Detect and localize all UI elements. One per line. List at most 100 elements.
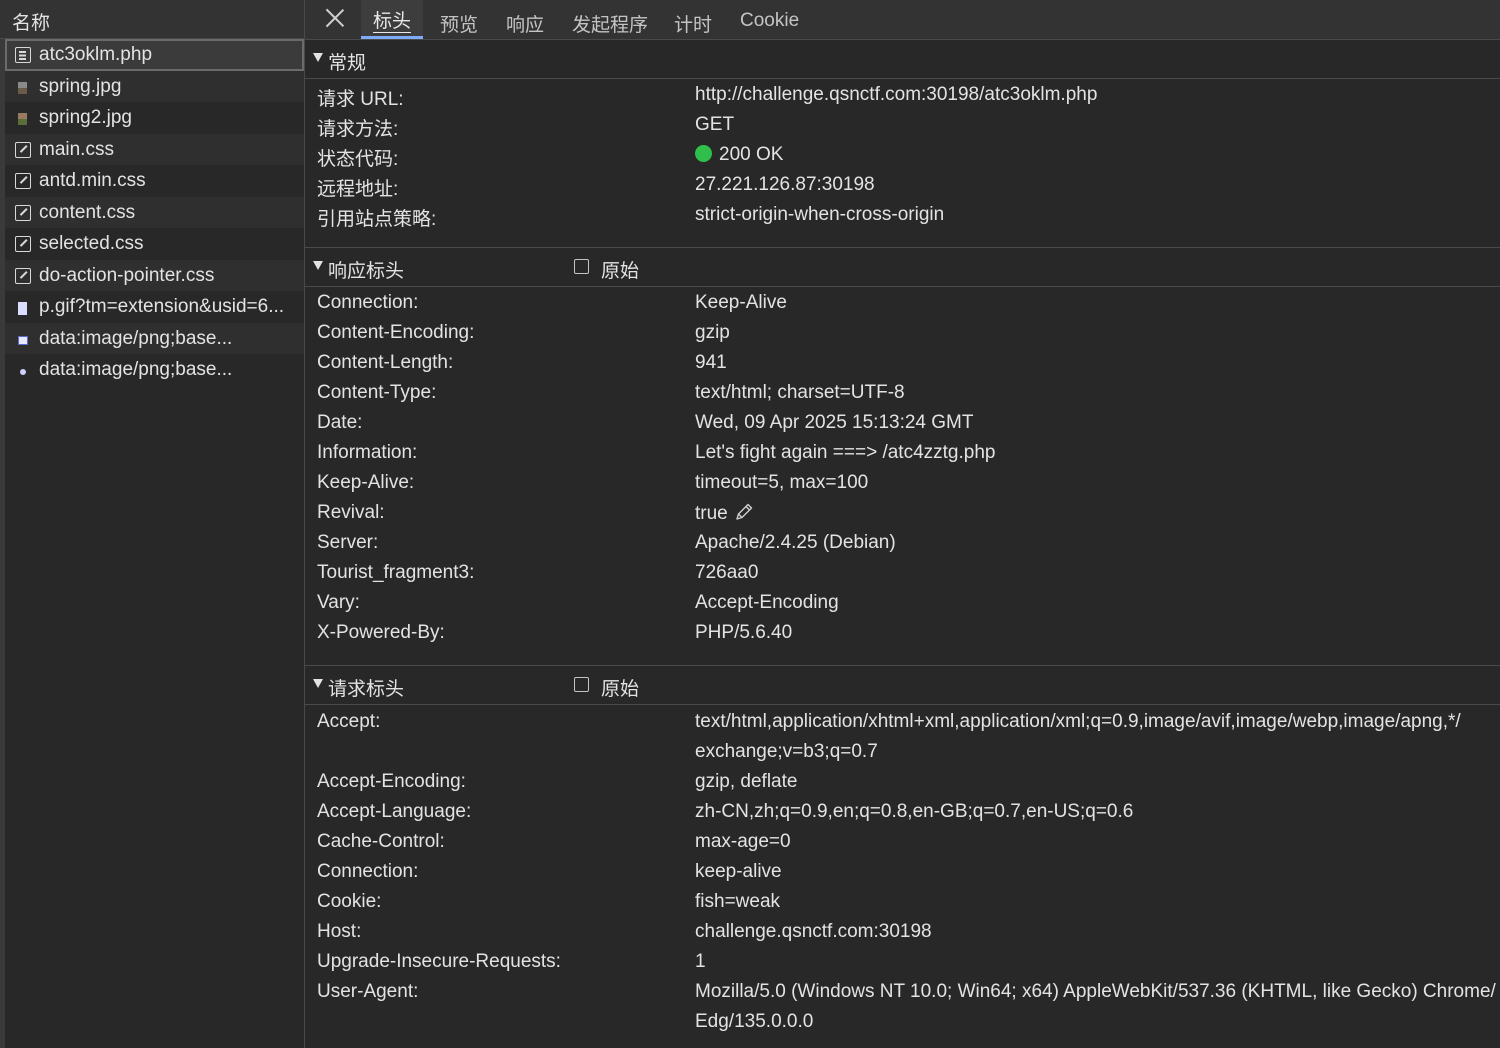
- image-icon: [20, 369, 26, 375]
- header-key: Connection:: [317, 292, 419, 313]
- request-header-rows: Accept: text/html,application/xhtml+xml,a…: [305, 708, 1500, 1038]
- header-value: 27.221.126.87:30198: [695, 174, 875, 195]
- tab-response[interactable]: 响应: [506, 10, 544, 37]
- file-name: spring2.jpg: [39, 107, 132, 128]
- header-key: Tourist_fragment3:: [317, 562, 475, 583]
- header-key: Upgrade-Insecure-Requests:: [317, 951, 561, 972]
- header-key: Server:: [317, 532, 379, 553]
- header-value: 726aa0: [695, 562, 759, 583]
- file-name: spring.jpg: [39, 75, 122, 97]
- header-row: 请求方法: GET: [305, 111, 1500, 141]
- header-value-continued: exchange;v=b3;q=0.7: [695, 741, 878, 762]
- general-section-header[interactable]: 常规: [305, 39, 1500, 79]
- edit-pencil-icon[interactable]: [734, 502, 754, 522]
- request-headers-section-header[interactable]: 请求标头 原始: [305, 665, 1500, 705]
- header-value: timeout=5, max=100: [695, 472, 869, 493]
- image-icon: [18, 113, 27, 125]
- image-icon: [18, 81, 27, 94]
- header-key: Vary:: [317, 592, 360, 613]
- name-column-header[interactable]: 名称: [0, 0, 304, 39]
- status-text: 200 OK: [719, 144, 784, 165]
- raw-checkbox[interactable]: [574, 259, 589, 274]
- header-key: Content-Encoding:: [317, 322, 475, 343]
- file-name: data:image/png;base...: [39, 359, 233, 380]
- file-item-data-png-1[interactable]: data:image/png;base...: [5, 322, 304, 354]
- header-value: challenge.qsnctf.com:30198: [695, 921, 932, 942]
- header-value: text/html,application/xhtml+xml,applicat…: [695, 711, 1461, 732]
- header-row: Server: Apache/2.4.25 (Debian): [305, 529, 1500, 559]
- request-details-panel: 标头 预览 响应 发起程序 计时 Cookie 常规 请求 URL: http:/…: [305, 0, 1500, 1048]
- file-name: antd.min.css: [39, 170, 146, 191]
- header-value: Apache/2.4.25 (Debian): [695, 532, 896, 553]
- tab-cookie[interactable]: Cookie: [740, 10, 799, 32]
- raw-checkbox[interactable]: [574, 677, 589, 692]
- header-row: Accept-Language: zh-CN,zh;q=0.9,en;q=0.8,…: [305, 798, 1500, 828]
- general-rows: 请求 URL: http://challenge.qsnctf.com:30198…: [305, 81, 1500, 231]
- header-value: Keep-Alive: [695, 292, 787, 313]
- file-name: p.gif?tm=extension&usid=6...: [39, 296, 285, 317]
- header-row: 远程地址: 27.221.126.87:30198: [305, 171, 1500, 201]
- header-value: keep-alive: [695, 861, 782, 882]
- image-icon: [18, 335, 28, 345]
- response-headers-section-header[interactable]: 响应标头 原始: [305, 247, 1500, 287]
- file-item-main-css[interactable]: main.css: [5, 133, 304, 165]
- stylesheet-icon: [15, 236, 31, 252]
- header-key: User-Agent:: [317, 981, 419, 1002]
- header-row: Connection: Keep-Alive: [305, 289, 1500, 319]
- file-item-p-gif[interactable]: p.gif?tm=extension&usid=6...: [5, 291, 304, 323]
- header-key: 远程地址:: [317, 179, 399, 200]
- header-key: Content-Length:: [317, 352, 454, 373]
- file-item-data-png-2[interactable]: data:image/png;base...: [5, 354, 304, 386]
- file-item-spring-jpg[interactable]: spring.jpg: [5, 70, 304, 102]
- header-row: X-Powered-By: PHP/5.6.40: [305, 619, 1500, 649]
- header-row: Tourist_fragment3: 726aa0: [305, 559, 1500, 589]
- header-key: Connection:: [317, 861, 419, 882]
- header-row: 引用站点策略: strict-origin-when-cross-origin: [305, 201, 1500, 231]
- header-row: Accept: text/html,application/xhtml+xml,a…: [305, 708, 1500, 768]
- tab-initiator[interactable]: 发起程序: [572, 10, 648, 37]
- header-value: PHP/5.6.40: [695, 622, 793, 643]
- tab-preview[interactable]: 预览: [440, 10, 478, 37]
- file-item-antd-min-css[interactable]: antd.min.css: [5, 165, 304, 197]
- file-name: content.css: [39, 201, 136, 223]
- details-tab-bar: 标头 预览 响应 发起程序 计时 Cookie: [305, 0, 1500, 40]
- header-key: 请求 URL:: [317, 89, 404, 110]
- header-value: Let's fight again ===> /atc4zztg.php: [695, 442, 996, 463]
- stylesheet-icon: [15, 204, 31, 221]
- header-value: true: [695, 503, 728, 524]
- header-row: Revival: true: [305, 499, 1500, 529]
- file-item-selected-css[interactable]: selected.css: [5, 228, 304, 260]
- status-ok-icon: [695, 145, 712, 162]
- file-item-do-action-pointer-css[interactable]: do-action-pointer.css: [5, 259, 304, 291]
- file-item-content-css[interactable]: content.css: [5, 196, 304, 228]
- header-value: text/html; charset=UTF-8: [695, 382, 905, 403]
- header-key: Date:: [317, 412, 363, 433]
- tab-headers[interactable]: 标头: [361, 0, 424, 39]
- header-key: Keep-Alive:: [317, 472, 415, 493]
- file-item-atc3oklm-php[interactable]: atc3oklm.php: [5, 39, 304, 71]
- header-row: Vary: Accept-Encoding: [305, 589, 1500, 619]
- file-name: do-action-pointer.css: [39, 264, 215, 286]
- stylesheet-icon: [15, 141, 31, 158]
- tab-timing[interactable]: 计时: [674, 10, 712, 37]
- close-icon[interactable]: [323, 6, 347, 30]
- header-row: Keep-Alive: timeout=5, max=100: [305, 469, 1500, 499]
- status-value: 200 OK: [695, 144, 783, 166]
- header-key: 状态代码:: [317, 149, 399, 170]
- header-key: Cookie:: [317, 891, 382, 912]
- header-row: Content-Length: 941: [305, 349, 1500, 379]
- header-value: 1: [695, 951, 706, 972]
- header-value: strict-origin-when-cross-origin: [695, 204, 945, 225]
- header-key: Content-Type:: [317, 382, 437, 403]
- header-row: 状态代码: 200 OK: [305, 141, 1500, 171]
- header-row: Cache-Control: max-age=0: [305, 828, 1500, 858]
- tab-label: 标头: [373, 11, 412, 33]
- header-row: Cookie: fish=weak: [305, 888, 1500, 918]
- file-item-spring2-jpg[interactable]: spring2.jpg: [5, 102, 304, 134]
- header-value: Mozilla/5.0 (Windows NT 10.0; Win64; x64…: [695, 981, 1496, 1002]
- document-icon: [15, 47, 31, 63]
- header-row: Connection: keep-alive: [305, 858, 1500, 888]
- header-key: 引用站点策略:: [317, 209, 437, 230]
- header-value: 941: [695, 352, 727, 373]
- header-key: X-Powered-By:: [317, 622, 445, 643]
